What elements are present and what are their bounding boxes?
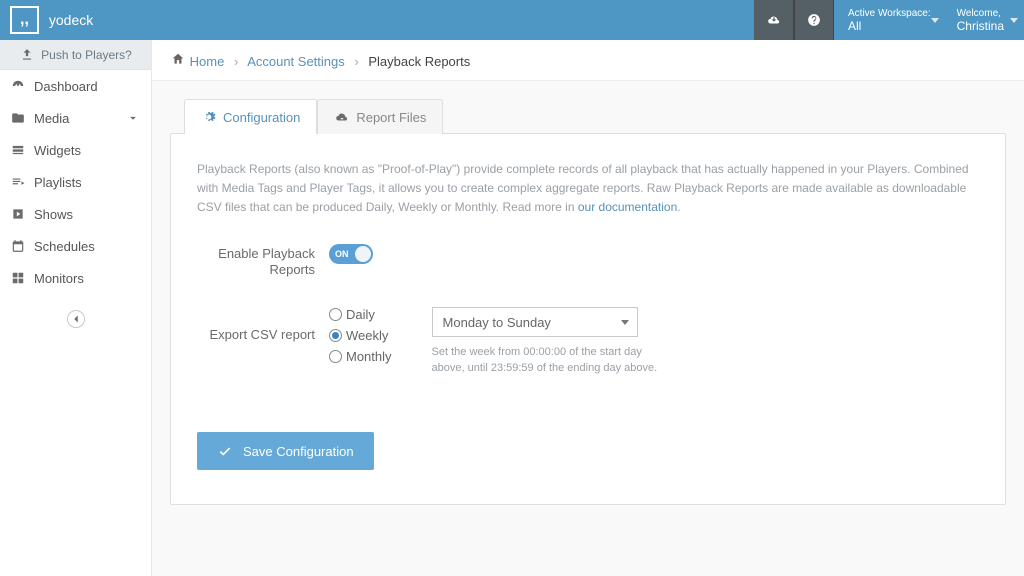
dashboard-icon (10, 78, 26, 94)
export-csv-label: Export CSV report (197, 307, 329, 344)
calendar-icon (10, 238, 26, 254)
breadcrumb-account-settings[interactable]: Account Settings (247, 54, 345, 69)
widgets-icon (10, 142, 26, 158)
sidebar-item-widgets[interactable]: Widgets (0, 134, 151, 166)
brand-logo: ,, (10, 6, 39, 34)
workspace-selector[interactable]: Active Workspace: All (834, 0, 945, 40)
help-icon[interactable] (794, 0, 834, 40)
sidebar-item-playlists[interactable]: Playlists (0, 166, 151, 198)
sidebar-item-label: Monitors (34, 271, 84, 286)
grid-icon (10, 270, 26, 286)
select-value: Monday to Sunday (443, 315, 551, 330)
tab-label: Report Files (356, 110, 426, 125)
radio-weekly[interactable]: Weekly (329, 328, 392, 343)
breadcrumb-current: Playback Reports (368, 54, 470, 69)
sidebar-item-dashboard[interactable]: Dashboard (0, 70, 151, 102)
workspace-value: All (848, 19, 931, 33)
toggle-knob (355, 246, 371, 262)
breadcrumb: Home › Account Settings › Playback Repor… (152, 40, 1024, 81)
welcome-name: Christina (957, 19, 1004, 33)
breadcrumb-separator: › (354, 54, 358, 69)
caret-down-icon (621, 320, 629, 325)
radio-label: Weekly (346, 328, 388, 343)
cloud-upload-icon[interactable] (754, 0, 794, 40)
toggle-on-label: ON (335, 249, 349, 259)
upload-icon (19, 47, 35, 63)
play-circle-icon (10, 206, 26, 222)
sidebar-item-label: Widgets (34, 143, 81, 158)
sidebar-item-label: Playlists (34, 175, 82, 190)
collapse-sidebar-button[interactable] (0, 310, 151, 328)
playlist-icon (10, 174, 26, 190)
sidebar-item-media[interactable]: Media (0, 102, 151, 134)
week-help-text: Set the week from 00:00:00 of the start … (432, 345, 662, 376)
gears-icon (201, 109, 217, 125)
enable-reports-label: Enable Playback Reports (197, 244, 329, 280)
caret-down-icon (1010, 18, 1018, 23)
caret-down-icon (931, 18, 939, 23)
sidebar-item-shows[interactable]: Shows (0, 198, 151, 230)
push-label: Push to Players? (41, 48, 132, 62)
tab-label: Configuration (223, 110, 300, 125)
sidebar-item-label: Dashboard (34, 79, 98, 94)
home-icon (170, 51, 186, 67)
save-button-label: Save Configuration (243, 444, 354, 459)
chevron-down-icon (125, 110, 141, 126)
breadcrumb-separator: › (234, 54, 238, 69)
radio-label: Monthly (346, 349, 392, 364)
check-icon (217, 443, 233, 459)
push-to-players-button[interactable]: Push to Players? (0, 40, 151, 70)
tab-configuration[interactable]: Configuration (184, 99, 317, 134)
radio-monthly[interactable]: Monthly (329, 349, 392, 364)
radio-daily[interactable]: Daily (329, 307, 392, 322)
panel-description: Playback Reports (also known as "Proof-o… (197, 160, 979, 218)
cloud-download-icon (334, 109, 350, 125)
sidebar-item-monitors[interactable]: Monitors (0, 262, 151, 294)
documentation-link[interactable]: our documentation (578, 200, 677, 214)
tab-report-files[interactable]: Report Files (317, 99, 443, 134)
sidebar-item-label: Shows (34, 207, 73, 222)
brand-name: yodeck (49, 12, 93, 28)
welcome-label: Welcome, (957, 8, 1004, 19)
breadcrumb-home[interactable]: Home (190, 54, 225, 69)
sidebar-item-label: Schedules (34, 239, 95, 254)
save-configuration-button[interactable]: Save Configuration (197, 432, 374, 470)
chevron-left-icon (68, 311, 84, 327)
enable-reports-toggle[interactable]: ON (329, 244, 373, 264)
radio-label: Daily (346, 307, 375, 322)
workspace-label: Active Workspace: (848, 8, 931, 19)
sidebar-item-label: Media (34, 111, 117, 126)
week-range-select[interactable]: Monday to Sunday (432, 307, 638, 337)
folder-icon (10, 110, 26, 126)
user-menu[interactable]: Welcome, Christina (945, 0, 1024, 40)
sidebar-item-schedules[interactable]: Schedules (0, 230, 151, 262)
